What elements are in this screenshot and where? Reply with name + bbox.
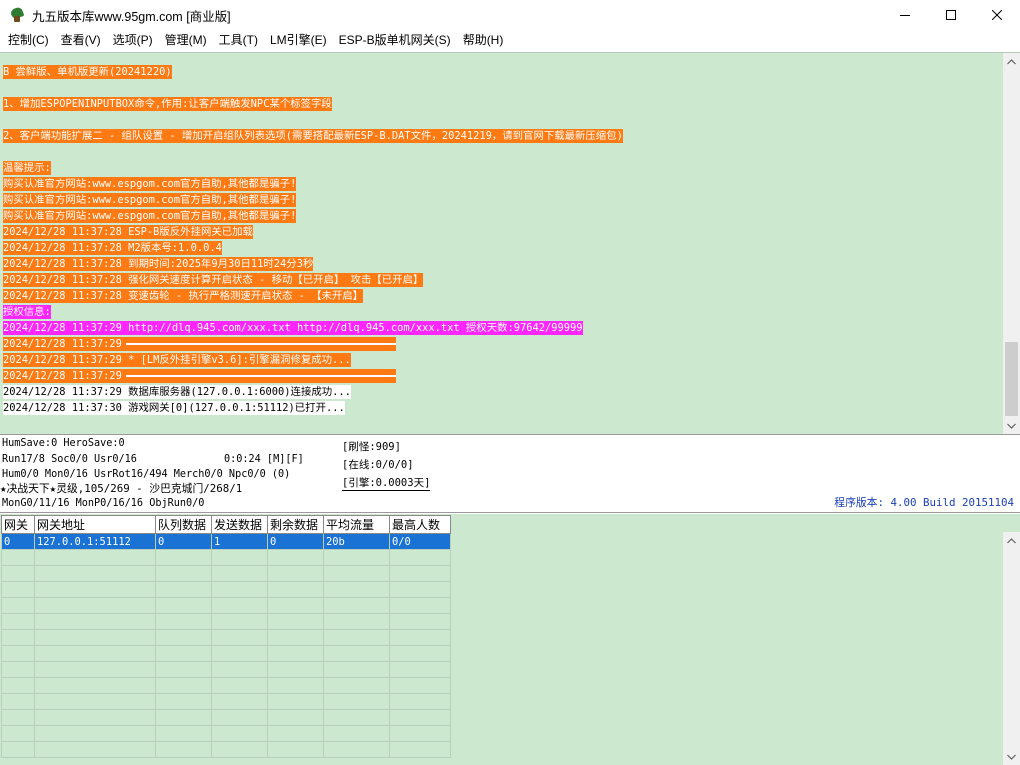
status-mon: MonG0/11/16 MonP0/16/16 ObjRun0/0 xyxy=(2,498,205,509)
menu-options[interactable]: 选项(P) xyxy=(107,30,159,51)
log-line: 1、增加ESPOPENINPUTBOX命令,作用:让客户端触发NPC某个标签字段 xyxy=(3,97,332,111)
scroll-up-arrow-icon[interactable] xyxy=(1003,532,1020,549)
table-row[interactable] xyxy=(1,613,451,630)
menu-help[interactable]: 帮助(H) xyxy=(457,30,510,51)
table-row[interactable] xyxy=(1,693,451,710)
window-title: 九五版本库www.95gm.com [商业版] xyxy=(32,9,231,24)
close-button[interactable] xyxy=(974,0,1020,30)
menu-manage[interactable]: 管理(M) xyxy=(159,30,213,51)
log-line: 授权信息: xyxy=(3,305,51,319)
log-line: 购买认准官方网站:www.espgom.com官方自助,其他都是骗子! xyxy=(3,177,297,191)
scroll-down-arrow-icon[interactable] xyxy=(1003,748,1020,765)
grid-scrollbar[interactable] xyxy=(1003,532,1020,765)
log-line: 2024/12/28 11:37:29 数据库服务器(127.0.0.1:600… xyxy=(3,385,351,399)
scroll-thumb[interactable] xyxy=(1005,342,1018,416)
scroll-down-arrow-icon[interactable] xyxy=(1003,417,1020,434)
status-spawn: [刷怪:909] xyxy=(342,441,401,453)
close-icon xyxy=(992,10,1002,20)
table-row[interactable] xyxy=(1,629,451,646)
maximize-button[interactable] xyxy=(928,0,974,30)
table-row[interactable] xyxy=(1,677,451,694)
table-row[interactable] xyxy=(1,725,451,742)
col-avg-traffic[interactable]: 平均流量 xyxy=(323,515,390,534)
table-row[interactable] xyxy=(1,565,451,582)
program-version: 程序版本: 4.00 Build 20151104 xyxy=(834,496,1014,509)
col-gateway[interactable]: 网关 xyxy=(1,515,35,534)
col-queue[interactable]: 队列数据 xyxy=(155,515,212,534)
table-row[interactable] xyxy=(1,597,451,614)
log-line: 2024/12/28 11:37:28 强化网关速度计算开启状态 - 移动【已开… xyxy=(3,273,424,287)
table-row[interactable] xyxy=(1,741,451,758)
status-uptime: 0:0:24 [M][F] xyxy=(224,454,304,465)
table-row[interactable] xyxy=(1,645,451,662)
title-bar: 九五版本库www.95gm.com [商业版] xyxy=(0,0,1020,30)
menu-view[interactable]: 查看(V) xyxy=(55,30,107,51)
log-line: 2024/12/28 11:37:28 M2版本号:1.0.0.4 xyxy=(3,241,222,255)
log-line: 2024/12/28 11:37:28 变速齿轮 - 执行严格测速开启状态 - … xyxy=(3,289,364,303)
status-humsave: HumSave:0 HeroSave:0 xyxy=(2,438,125,449)
table-row[interactable] xyxy=(1,549,451,566)
col-remaining[interactable]: 剩余数据 xyxy=(267,515,324,534)
log-line: 购买认准官方网站:www.espgom.com官方自助,其他都是骗子! xyxy=(3,209,297,223)
table-row[interactable] xyxy=(1,661,451,678)
maximize-icon xyxy=(946,10,956,20)
status-panel: HumSave:0 HeroSave:0 Run17/8 Soc0/0 Usr0… xyxy=(0,434,1020,513)
status-hum: Hum0/0 Mon0/16 UsrRot16/494 Merch0/0 Npc… xyxy=(2,469,291,480)
menu-control[interactable]: 控制(C) xyxy=(2,30,55,51)
table-row[interactable]: 0 127.0.0.1:51112 0 1 0 20b 0/0 xyxy=(1,533,451,550)
log-line: 2024/12/28 11:37:30 游戏网关[0](127.0.0.1:51… xyxy=(3,401,345,415)
minimize-icon xyxy=(900,15,910,16)
log-lines: B 尝鲜版、单机版更新(20241220) 1、增加ESPOPENINPUTBO… xyxy=(3,64,998,416)
underline xyxy=(342,490,430,491)
log-scrollbar[interactable] xyxy=(1003,53,1020,434)
log-panel[interactable]: B 尝鲜版、单机版更新(20241220) 1、增加ESPOPENINPUTBO… xyxy=(0,52,1020,434)
gateway-grid-panel[interactable]: 网关 网关地址 队列数据 发送数据 剩余数据 平均流量 最高人数 0 127.0… xyxy=(0,514,1020,765)
menu-lm-engine[interactable]: LM引擎(E) xyxy=(264,30,333,51)
status-online: [在线:0/0/0] xyxy=(342,459,414,471)
menu-bar: 控制(C) 查看(V) 选项(P) 管理(M) 工具(T) LM引擎(E) ES… xyxy=(0,30,1020,51)
col-max-users[interactable]: 最高人数 xyxy=(389,515,451,534)
log-line: 2024/12/28 11:37:29 xyxy=(3,368,998,384)
status-map: ★决战天下★灵级,105/269 - 沙巴克城门/268/1 xyxy=(0,482,243,495)
gateway-table: 网关 网关地址 队列数据 发送数据 剩余数据 平均流量 最高人数 0 127.0… xyxy=(1,515,451,758)
table-row[interactable] xyxy=(1,581,451,598)
scroll-up-arrow-icon[interactable] xyxy=(1003,53,1020,70)
window-controls xyxy=(882,0,1020,30)
minimize-button[interactable] xyxy=(882,0,928,30)
log-line: 2024/12/28 11:37:29 * [LM反外挂引擎v3.6]:引擎漏洞… xyxy=(3,353,351,367)
status-engine: [引擎:0.0003天] xyxy=(342,477,431,489)
log-line: 2024/12/28 11:37:28 到期时间:2025年9月30日11时24… xyxy=(3,257,314,271)
log-line: 温馨提示: xyxy=(3,161,51,175)
menu-tools[interactable]: 工具(T) xyxy=(213,30,264,51)
col-address[interactable]: 网关地址 xyxy=(34,515,156,534)
log-line: 购买认准官方网站:www.espgom.com官方自助,其他都是骗子! xyxy=(3,193,297,207)
log-line: 2024/12/28 11:37:28 ESP-B版反外挂网关已加载 xyxy=(3,225,253,239)
table-row[interactable] xyxy=(1,709,451,726)
log-line: 2024/12/28 11:37:29 http://dlq.945.com/x… xyxy=(3,321,583,335)
col-sent[interactable]: 发送数据 xyxy=(211,515,268,534)
app-leaf-icon xyxy=(9,6,25,23)
log-line: 2、客户端功能扩展二 - 组队设置 - 增加开启组队列表选项(需要搭配最新ESP… xyxy=(3,129,623,143)
status-run: Run17/8 Soc0/0 Usr0/16 xyxy=(2,454,137,465)
menu-espb-gateway[interactable]: ESP-B版单机网关(S) xyxy=(333,30,457,51)
log-line: 2024/12/28 11:37:29 xyxy=(3,336,998,352)
log-line: B 尝鲜版、单机版更新(20241220) xyxy=(3,65,172,79)
